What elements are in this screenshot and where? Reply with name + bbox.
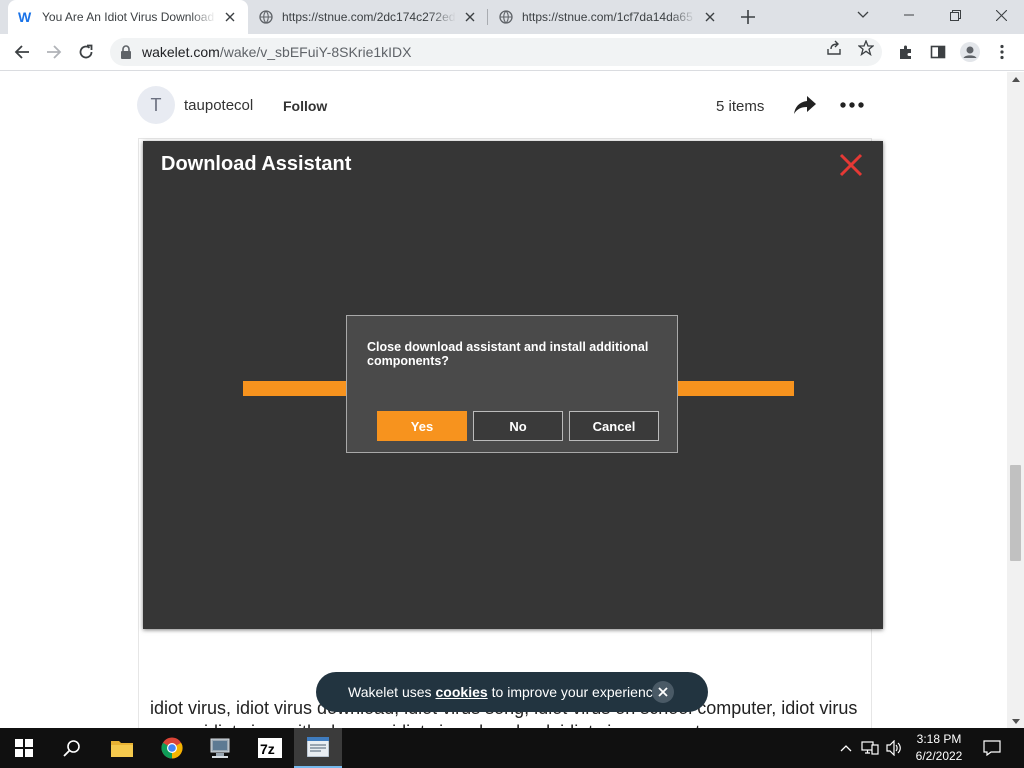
forward-button[interactable] — [40, 38, 68, 66]
notepad-window-icon[interactable] — [294, 728, 342, 768]
vertical-dots-icon — [1000, 44, 1004, 60]
lock-icon[interactable] — [118, 44, 134, 60]
scroll-down-arrow-icon[interactable] — [1007, 714, 1024, 728]
tab-3[interactable]: https://stnue.com/1cf7da14da65 — [488, 0, 728, 34]
tab-active[interactable]: W You Are An Idiot Virus Download — [8, 0, 248, 34]
tab-title: You Are An Idiot Virus Download — [42, 10, 215, 24]
file-explorer-icon[interactable] — [98, 728, 146, 768]
cookie-text-prefix: Wakelet uses — [348, 684, 432, 700]
more-options-icon[interactable] — [838, 96, 866, 114]
tab-strip: W You Are An Idiot Virus Download https:… — [0, 0, 1024, 34]
extensions-button[interactable] — [892, 38, 920, 66]
profile-button[interactable] — [956, 38, 984, 66]
share-icon[interactable] — [792, 94, 818, 116]
download-assistant-title: Download Assistant — [161, 153, 352, 175]
tab-2[interactable]: https://stnue.com/2dc174c272ed — [248, 0, 488, 34]
windows-logo-icon — [15, 739, 33, 757]
profile-avatar-icon — [960, 42, 980, 62]
notifications-icon[interactable] — [982, 738, 1002, 758]
tab-title: https://stnue.com/2dc174c272ed — [282, 10, 456, 24]
address-bar[interactable]: wakelet.com/wake/v_sbEFuiY-8SKrie1kIDX — [110, 38, 882, 66]
clock-time: 3:18 PM — [916, 732, 962, 746]
show-hidden-icons-chevron-icon[interactable] — [836, 738, 856, 758]
cancel-button[interactable]: Cancel — [569, 411, 659, 441]
side-panel-button[interactable] — [924, 38, 952, 66]
confirm-dialog: Close download assistant and install add… — [346, 315, 678, 453]
back-button[interactable] — [8, 38, 36, 66]
puzzle-icon — [900, 45, 911, 59]
minimize-button[interactable] — [886, 0, 932, 30]
scroll-thumb[interactable] — [1010, 465, 1021, 561]
cookie-text-suffix: to improve your experience. — [491, 684, 665, 700]
chevron-down-icon — [857, 11, 869, 18]
svg-text:7z: 7z — [260, 741, 275, 757]
progress-bar-left — [243, 381, 347, 396]
side-panel-icon — [930, 45, 946, 59]
minimize-icon — [904, 14, 914, 16]
close-tab-icon[interactable] — [462, 9, 478, 25]
items-count: 5 items — [716, 98, 765, 115]
yes-button[interactable]: Yes — [377, 411, 467, 441]
author-name[interactable]: taupotecol — [184, 97, 253, 114]
wakelet-w-icon: W — [18, 9, 34, 25]
windows-taskbar: 7z 3:18 PM 6/2/2022 — [0, 728, 1024, 768]
reload-icon — [79, 44, 93, 59]
close-icon[interactable] — [839, 153, 863, 177]
arrow-left-icon — [14, 45, 29, 59]
search-icon — [63, 740, 80, 757]
url-host: wakelet.com — [142, 44, 220, 60]
close-icon — [995, 9, 1007, 21]
start-button[interactable] — [0, 728, 48, 768]
chrome-icon[interactable] — [148, 728, 196, 768]
arrow-right-icon — [47, 45, 62, 59]
tab-search-button[interactable] — [840, 0, 886, 30]
cookies-link[interactable]: cookies — [436, 684, 488, 700]
volume-icon[interactable] — [884, 738, 904, 758]
progress-bar-right — [677, 381, 794, 396]
reload-button[interactable] — [72, 38, 100, 66]
svg-text:W: W — [18, 9, 32, 25]
page-content: T taupotecol Follow 5 items Download Ass… — [0, 72, 1007, 728]
dialog-message: Close download assistant and install add… — [367, 340, 649, 368]
search-button[interactable] — [48, 728, 96, 768]
clock-date: 6/2/2022 — [915, 749, 963, 763]
browser-toolbar: wakelet.com/wake/v_sbEFuiY-8SKrie1kIDX — [0, 34, 1024, 71]
7zip-icon[interactable]: 7z — [246, 728, 294, 768]
globe-icon — [258, 9, 274, 25]
page-scrollbar[interactable] — [1007, 72, 1024, 728]
network-computer-icon[interactable] — [196, 728, 244, 768]
plus-icon — [741, 10, 755, 24]
share-page-icon[interactable] — [826, 40, 842, 56]
bookmark-star-icon[interactable] — [858, 40, 874, 56]
restore-icon — [949, 9, 961, 21]
restore-button[interactable] — [932, 0, 978, 30]
no-button[interactable]: No — [473, 411, 563, 441]
cookie-banner: Wakelet uses cookies to improve your exp… — [316, 672, 708, 712]
scroll-up-arrow-icon[interactable] — [1007, 72, 1024, 86]
close-icon[interactable] — [652, 681, 674, 703]
follow-button[interactable]: Follow — [283, 98, 327, 114]
download-assistant-panel: Download Assistant Close download assist… — [143, 141, 883, 629]
globe-icon — [498, 9, 514, 25]
url-path: /wake/v_sbEFuiY-8SKrie1kIDX — [219, 44, 412, 60]
close-tab-icon[interactable] — [222, 9, 238, 25]
tab-title: https://stnue.com/1cf7da14da65 — [522, 10, 693, 24]
system-clock[interactable]: 3:18 PM 6/2/2022 — [906, 731, 972, 765]
close-window-button[interactable] — [978, 0, 1024, 30]
browser-menu-button[interactable] — [988, 38, 1016, 66]
url-text: wakelet.com/wake/v_sbEFuiY-8SKrie1kIDX — [142, 44, 412, 60]
close-tab-icon[interactable] — [702, 9, 718, 25]
author-avatar[interactable]: T — [137, 86, 175, 124]
network-icon[interactable] — [860, 738, 880, 758]
new-tab-button[interactable] — [737, 6, 759, 28]
